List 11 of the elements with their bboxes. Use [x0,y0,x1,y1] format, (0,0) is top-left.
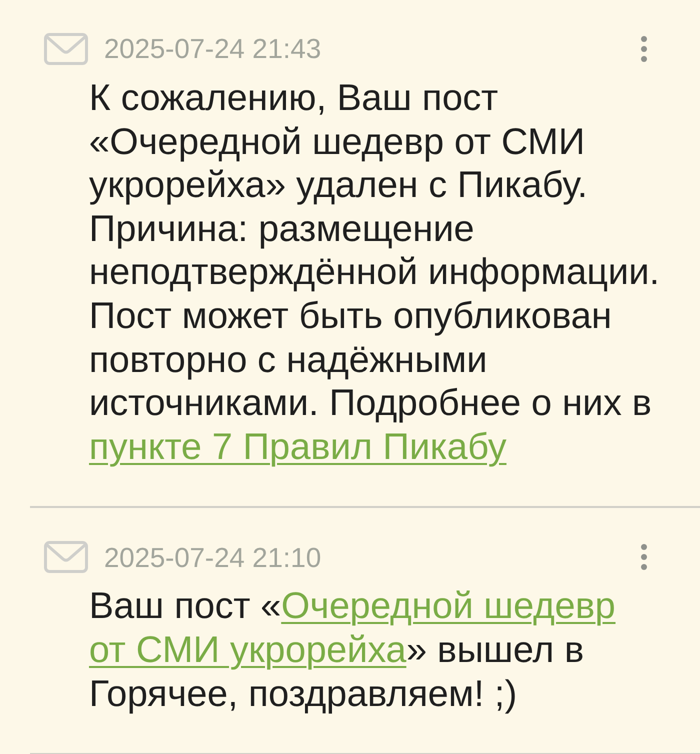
more-menu-icon[interactable] [638,36,650,62]
envelope-icon [44,33,88,65]
post-link[interactable]: от СМИ укрорейха [89,628,406,670]
envelope-icon [44,541,88,574]
notification-message: К сожалению, Ваш пост «Очередной шедевр от СМИ укрорейха» удален с Пикабу. Причина: размещение неподтверждённой информации. Пост может быть опубликован повторно с надёжными источниками. Подробнее о них в пункте 7 Правил Пикабу [88,76,661,468]
notification-message: Ваш пост «Очередной шедевр от СМИ укрорейха» вышел в Горячее, поздравляем! ;) [88,584,617,716]
notification-date: 2025-07-24 21:43 [104,35,322,63]
more-menu-icon[interactable] [638,544,650,570]
post-link[interactable]: пункте 7 Правил Пикабу [89,426,506,467]
notification-date: 2025-07-24 21:10 [104,544,322,572]
post-link[interactable]: Очередной шедевр [281,585,616,626]
